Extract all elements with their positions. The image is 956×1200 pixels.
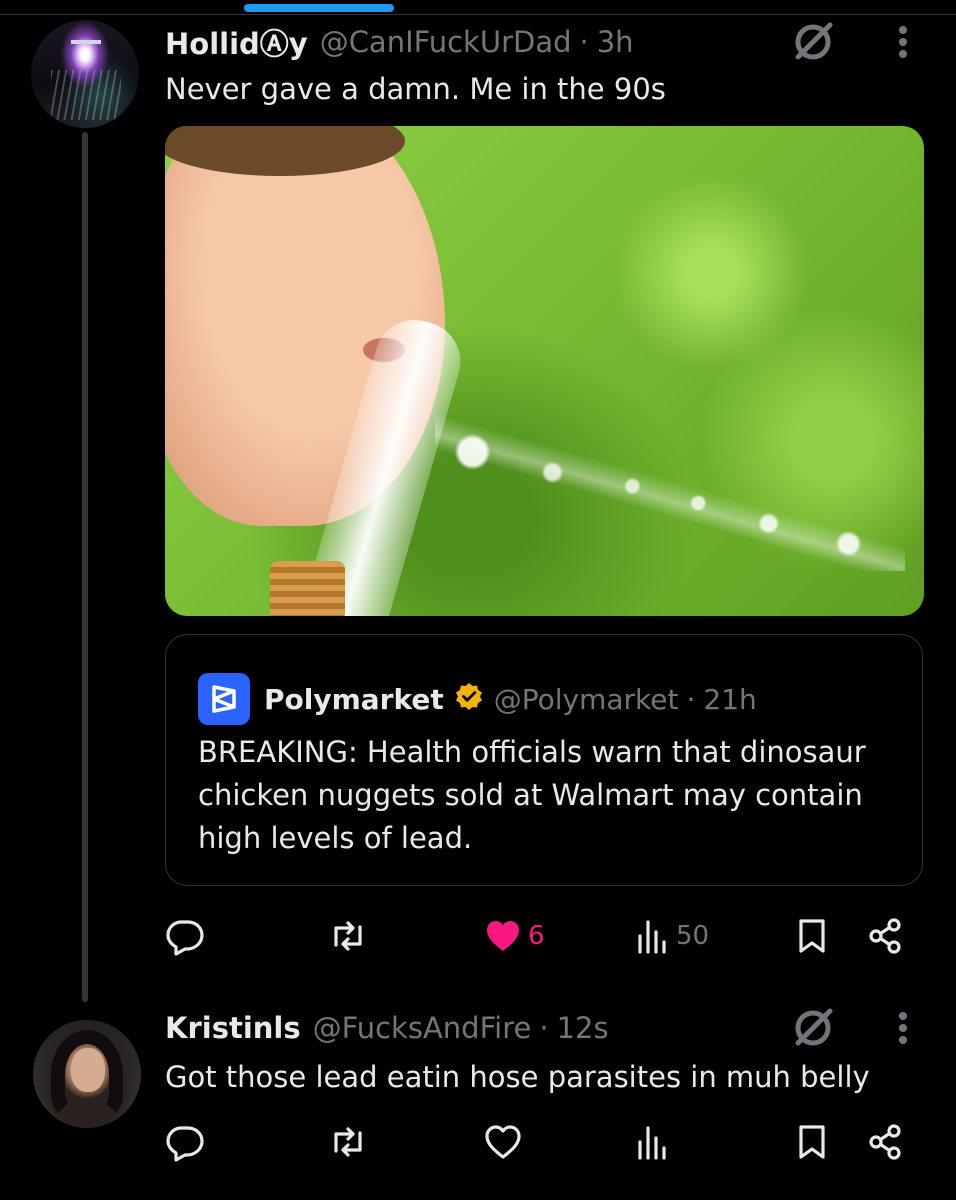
tweet-text: Never gave a damn. Me in the 90s xyxy=(165,72,666,106)
share-icon xyxy=(869,1124,901,1160)
timestamp[interactable]: 3h xyxy=(597,25,634,59)
heart-filled-icon xyxy=(487,921,519,951)
share-button[interactable] xyxy=(866,1122,906,1162)
grok-icon[interactable] xyxy=(790,1004,836,1054)
quote-timestamp[interactable]: 21h xyxy=(703,683,756,716)
tweet-header: HollidⒶy @CanIFuckUrDad · 3h xyxy=(165,22,634,62)
reply-button[interactable] xyxy=(163,1122,207,1162)
reply-icon xyxy=(166,920,204,956)
repost-icon xyxy=(334,921,362,951)
quote-header: Polymarket @Polymarket · 21h xyxy=(198,673,757,725)
quote-text: BREAKING: Health officials warn that din… xyxy=(198,735,866,855)
separator-dot: · xyxy=(686,682,696,716)
top-divider xyxy=(0,14,956,15)
more-dots-icon[interactable] xyxy=(888,1008,918,1052)
avatar-strands xyxy=(51,70,121,120)
top-scroll-indicator xyxy=(244,4,394,12)
display-name[interactable]: HollidⒶy xyxy=(165,21,308,63)
thread-connector-line xyxy=(82,132,88,1002)
avatar-band xyxy=(71,40,101,44)
avatar[interactable] xyxy=(31,20,139,128)
views-icon xyxy=(638,1126,666,1160)
bookmark-icon xyxy=(799,1125,825,1159)
separator-dot: · xyxy=(579,25,589,59)
hose-nozzle xyxy=(270,561,345,616)
views-count: 50 xyxy=(676,921,710,951)
repost-icon xyxy=(334,1127,362,1157)
like-count: 6 xyxy=(528,921,545,951)
reply-icon xyxy=(166,1126,204,1162)
tweet-image[interactable] xyxy=(165,126,924,616)
share-button[interactable] xyxy=(866,916,906,956)
views-button[interactable] xyxy=(636,1124,670,1160)
water-splash xyxy=(435,401,905,571)
repost-button[interactable] xyxy=(326,1122,370,1162)
timestamp[interactable]: 12s xyxy=(557,1011,609,1045)
like-button[interactable] xyxy=(484,1124,522,1160)
bookmark-button[interactable] xyxy=(792,916,832,956)
separator-dot: · xyxy=(539,1011,549,1045)
bookmark-button[interactable] xyxy=(792,1122,832,1162)
avatar[interactable] xyxy=(33,1020,141,1128)
share-icon xyxy=(869,918,901,954)
handle[interactable]: @CanIFuckUrDad xyxy=(320,25,572,59)
like-button[interactable]: 6 xyxy=(484,918,545,954)
more-dots-icon[interactable] xyxy=(888,22,918,66)
verified-badge-icon xyxy=(454,681,484,718)
views-button[interactable]: 50 xyxy=(636,918,709,954)
tweet-header: Kristinls @FucksAndFire · 12s xyxy=(165,1008,609,1048)
display-name[interactable]: Kristinls xyxy=(165,1011,301,1045)
quote-tweet-card[interactable]: Polymarket @Polymarket · 21h BREAKING: H… xyxy=(165,634,923,886)
handle[interactable]: @FucksAndFire xyxy=(313,1011,532,1045)
bookmark-icon xyxy=(799,919,825,953)
views-icon xyxy=(638,920,666,954)
quote-display-name[interactable]: Polymarket xyxy=(264,683,444,716)
heart-outline-icon xyxy=(485,1125,521,1159)
grok-icon[interactable] xyxy=(790,18,836,68)
reply-button[interactable] xyxy=(163,916,207,956)
quote-handle[interactable]: @Polymarket xyxy=(494,683,679,716)
avatar-face xyxy=(71,1048,105,1092)
tweet-text: Got those lead eatin hose parasites in m… xyxy=(165,1060,870,1094)
repost-button[interactable] xyxy=(326,916,370,956)
polymarket-logo-icon[interactable] xyxy=(198,673,250,725)
